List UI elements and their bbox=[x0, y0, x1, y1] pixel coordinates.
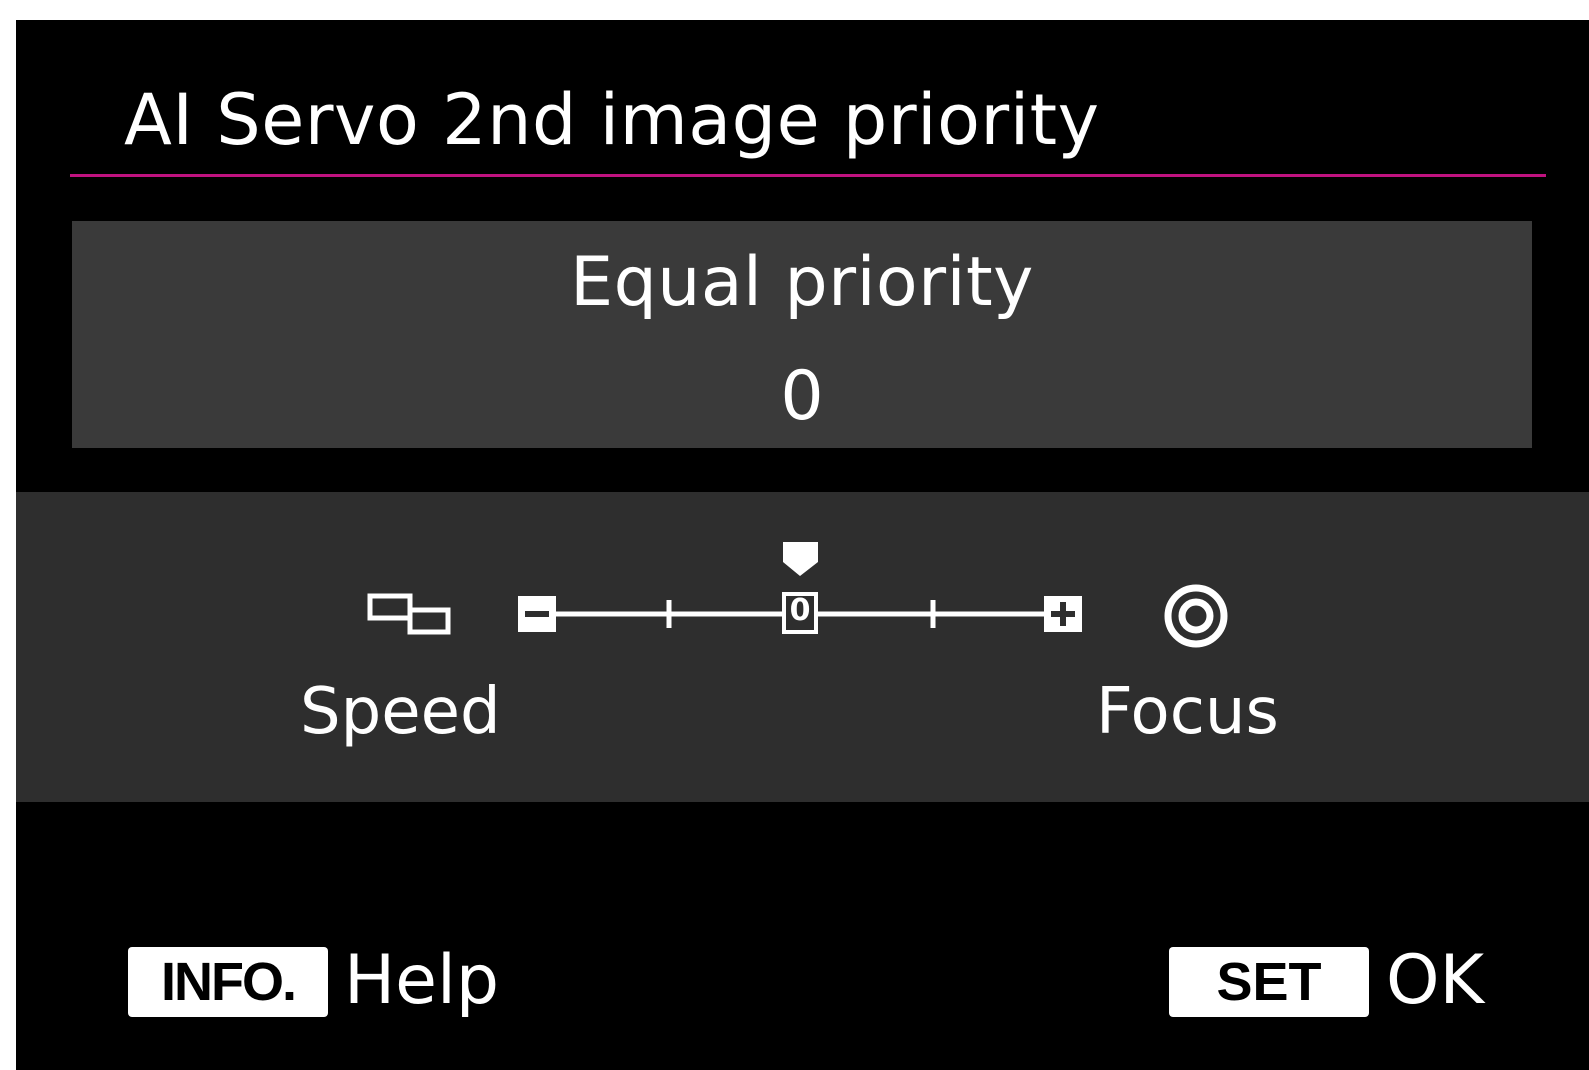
help-label: Help bbox=[344, 941, 500, 1020]
priority-mode-label: Equal priority bbox=[570, 243, 1034, 322]
priority-value: 0 bbox=[780, 357, 824, 436]
plus-icon[interactable] bbox=[1044, 596, 1082, 632]
current-setting-panel: Equal priority 0 bbox=[72, 221, 1532, 448]
focus-label: Focus bbox=[1096, 675, 1279, 749]
set-button[interactable]: SET bbox=[1169, 947, 1369, 1017]
scale-zero-label: 0 bbox=[789, 593, 811, 628]
menu-screen: AI Servo 2nd image priority Equal priori… bbox=[16, 20, 1589, 1070]
focus-icon bbox=[1164, 584, 1228, 648]
title-divider bbox=[70, 174, 1546, 177]
selection-pointer-icon bbox=[783, 542, 818, 576]
page-title: AI Servo 2nd image priority bbox=[124, 79, 1100, 161]
priority-scale[interactable]: 0 Speed Focus bbox=[16, 492, 1589, 802]
scale-graphic bbox=[367, 542, 1228, 648]
ok-label: OK bbox=[1386, 941, 1485, 1020]
info-button[interactable]: INFO. bbox=[128, 947, 328, 1017]
speed-label: Speed bbox=[300, 675, 501, 749]
continuous-shooting-icon bbox=[367, 593, 451, 635]
minus-icon[interactable] bbox=[518, 596, 556, 632]
